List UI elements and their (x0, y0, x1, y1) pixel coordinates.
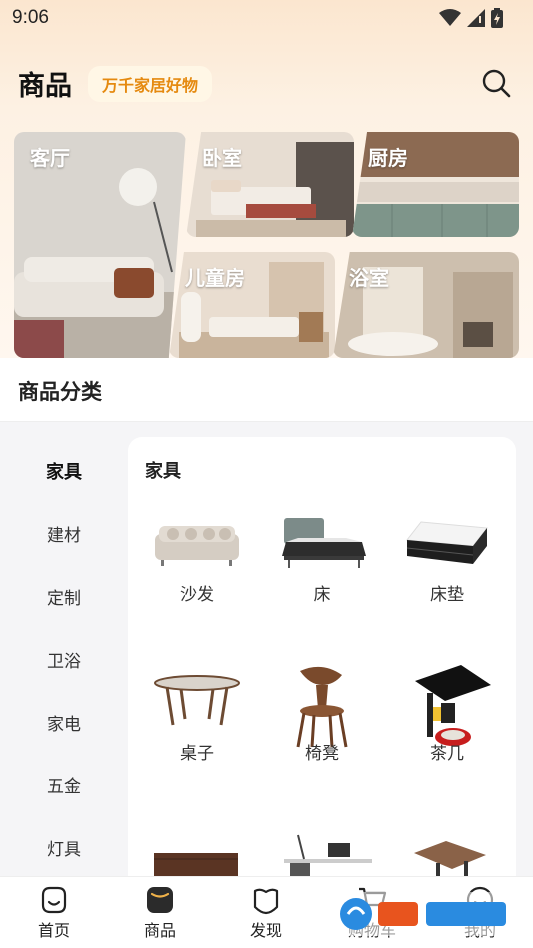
product-item-bed[interactable]: 床 (267, 512, 377, 605)
tab-home[interactable]: 首页 (19, 885, 89, 941)
sidebar-item-bathroom[interactable]: 卫浴 (0, 647, 128, 672)
room-card-bedroom[interactable]: 卧室 (186, 132, 354, 237)
product-name: 床 (313, 585, 331, 604)
page-header: 商品 万千家居好物 (18, 64, 213, 103)
wifi-icon (439, 9, 461, 26)
watermark-logo (334, 892, 514, 936)
desk-icon (284, 834, 372, 879)
slogan-badge: 万千家居好物 (88, 65, 213, 102)
discover-icon (253, 888, 279, 915)
sidebar-item-hardware[interactable]: 五金 (0, 772, 128, 797)
tea-table-icon (415, 665, 491, 746)
product-item-tea-table[interactable]: 茶几 (392, 663, 502, 764)
room-card-bathroom[interactable]: 浴室 (333, 252, 519, 358)
product-name: 椅凳 (305, 744, 339, 763)
room-card-kitchen[interactable]: 厨房 (352, 132, 519, 237)
product-name: 茶几 (430, 744, 464, 763)
home-icon (41, 886, 67, 914)
mattress-icon (406, 521, 488, 564)
room-card-living-room[interactable]: 客厅 (14, 132, 186, 358)
room-label: 儿童房 (185, 268, 245, 290)
sidebar-item-building-materials[interactable]: 建材 (0, 521, 128, 546)
category-section-title: 商品分类 (18, 381, 102, 404)
panel-title: 家具 (145, 461, 181, 481)
search-icon[interactable] (481, 68, 511, 98)
sofa-icon (155, 526, 239, 566)
room-card-kids-room[interactable]: 儿童房 (169, 252, 335, 358)
tab-label: 发现 (249, 923, 282, 940)
chair-icon (296, 666, 348, 748)
product-panel: 家具 沙发 床 床垫 桌子 椅凳 茶几 (128, 437, 516, 882)
page-title: 商品 (18, 71, 72, 101)
room-label: 卧室 (202, 148, 242, 170)
battery-icon (491, 8, 503, 28)
product-name: 沙发 (180, 585, 214, 604)
sidebar-item-furniture[interactable]: 家具 (0, 458, 128, 484)
product-item-chair[interactable]: 椅凳 (267, 663, 377, 764)
room-label: 厨房 (368, 148, 408, 170)
product-item-sofa[interactable]: 沙发 (142, 512, 252, 605)
signal-icon (467, 9, 485, 27)
sidebar-item-lighting[interactable]: 灯具 (0, 835, 128, 860)
tab-products[interactable]: 商品 (125, 885, 195, 941)
table-icon (154, 675, 240, 726)
room-label: 浴室 (349, 268, 389, 290)
status-bar: 9:06 (0, 0, 533, 36)
bed-icon (282, 518, 366, 568)
tab-label: 首页 (37, 923, 70, 940)
status-time: 9:06 (12, 7, 49, 28)
product-name: 床垫 (430, 585, 464, 604)
active-indicator (49, 487, 77, 491)
category-section-header: 商品分类 (0, 358, 533, 422)
product-item-mattress[interactable]: 床垫 (392, 512, 502, 605)
sidebar-item-custom[interactable]: 定制 (0, 584, 128, 609)
tab-discover[interactable]: 发现 (231, 885, 301, 941)
category-sidebar: 家具 建材 定制 卫浴 家电 五金 灯具 (0, 423, 128, 878)
product-name: 桌子 (180, 744, 214, 763)
tab-label: 商品 (143, 923, 176, 940)
sidebar-item-appliances[interactable]: 家电 (0, 710, 128, 735)
side-table-icon (414, 841, 486, 881)
products-icon (147, 887, 173, 913)
room-label: 客厅 (30, 148, 70, 170)
product-item-table[interactable]: 桌子 (142, 663, 252, 764)
